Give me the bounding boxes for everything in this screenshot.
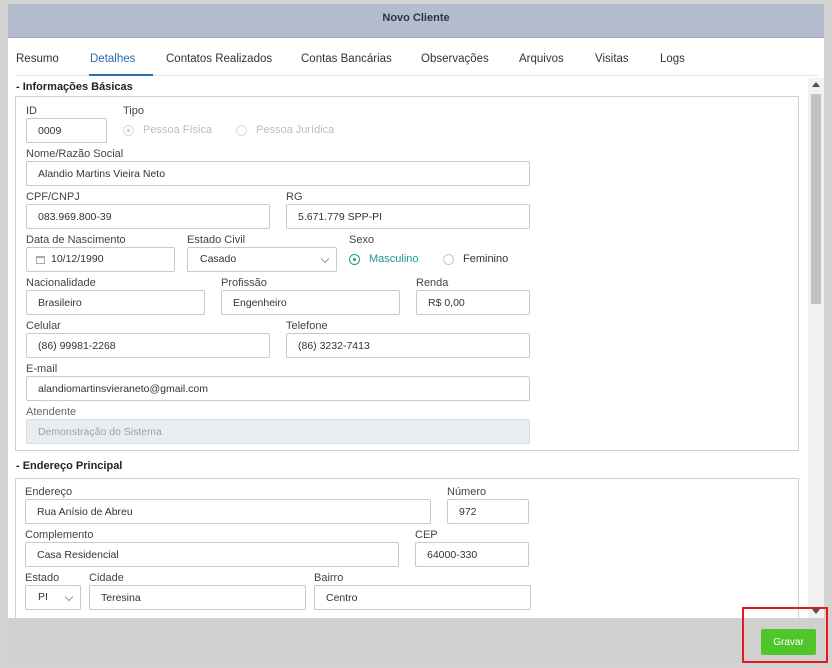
dialog-body: Resumo Detalhes Contatos Realizados Cont… <box>8 38 824 618</box>
radio-dot <box>349 253 360 265</box>
tab-contas-bancarias[interactable]: Contas Bancárias <box>301 53 392 65</box>
estado-civil-select[interactable]: Casado <box>187 247 337 272</box>
id-field[interactable] <box>26 118 107 143</box>
rg-field[interactable] <box>286 204 530 229</box>
radio-pessoa-fisica-label: Pessoa Física <box>143 124 213 136</box>
chevron-down-icon <box>320 254 330 264</box>
radio-feminino[interactable]: Feminino <box>443 253 508 265</box>
vertical-scrollbar[interactable] <box>808 78 824 618</box>
numero-label: Número <box>447 486 487 498</box>
nome-field[interactable] <box>26 161 530 186</box>
radio-pessoa-fisica[interactable]: Pessoa Física <box>123 124 212 136</box>
tab-observacoes[interactable]: Observações <box>421 53 489 65</box>
estado-civil-value: Casado <box>200 253 237 265</box>
sexo-label: Sexo <box>349 234 375 246</box>
numero-field[interactable] <box>447 499 529 524</box>
celular-label: Celular <box>26 320 61 332</box>
profissao-field[interactable] <box>221 290 400 315</box>
tipo-label: Tipo <box>123 105 144 117</box>
radio-dot <box>123 124 134 136</box>
nascimento-label: Data de Nascimento <box>26 234 126 246</box>
radio-pessoa-juridica[interactable]: Pessoa Jurídica <box>236 124 334 136</box>
nome-label: Nome/Razão Social <box>26 148 124 160</box>
chevron-down-icon <box>64 592 74 602</box>
nascimento-value: 10/12/1990 <box>51 253 104 265</box>
radio-dot <box>443 253 454 265</box>
estado-civil-label: Estado Civil <box>187 234 246 246</box>
tab-logs[interactable]: Logs <box>660 53 685 65</box>
bairro-label: Bairro <box>314 572 344 584</box>
section-title-address: - Endereço Principal <box>16 460 123 472</box>
tab-resumo[interactable]: Resumo <box>16 53 59 65</box>
radio-masculino-label: Masculino <box>369 253 419 265</box>
radio-masculino[interactable]: Masculino <box>349 253 419 265</box>
estado-value: PI <box>38 591 48 603</box>
tab-contatos-realizados[interactable]: Contatos Realizados <box>166 53 272 65</box>
cep-field[interactable] <box>415 542 529 567</box>
cidade-field[interactable] <box>89 585 306 610</box>
section-title-basic-info: - Informações Básicas <box>16 81 133 93</box>
scrollbar-thumb[interactable] <box>811 94 821 304</box>
rg-label: RG <box>286 191 303 203</box>
radio-pessoa-juridica-label: Pessoa Jurídica <box>256 124 335 136</box>
id-label: ID <box>26 105 37 117</box>
highlight-box <box>742 607 828 663</box>
complemento-field[interactable] <box>25 542 399 567</box>
bairro-field[interactable] <box>314 585 531 610</box>
nascimento-date-field[interactable]: 10/12/1990 <box>26 247 175 272</box>
radio-dot <box>236 124 247 136</box>
estado-label: Estado <box>25 572 60 584</box>
atendente-field <box>26 419 530 444</box>
email-label: E-mail <box>26 363 58 375</box>
telefone-label: Telefone <box>286 320 328 332</box>
cpf-label: CPF/CNPJ <box>26 191 80 203</box>
active-tab-indicator <box>89 74 153 76</box>
new-client-dialog: Novo Cliente Resumo Detalhes Contatos Re… <box>0 0 832 668</box>
estado-select[interactable]: PI <box>25 585 81 610</box>
dialog-title-bar: Novo Cliente <box>8 4 824 38</box>
calendar-icon <box>36 256 45 264</box>
cep-label: CEP <box>415 529 438 541</box>
nacionalidade-field[interactable] <box>26 290 205 315</box>
renda-field[interactable] <box>416 290 530 315</box>
nacionalidade-label: Nacionalidade <box>26 277 96 289</box>
tab-visitas[interactable]: Visitas <box>595 53 629 65</box>
profissao-label: Profissão <box>221 277 267 289</box>
radio-feminino-label: Feminino <box>463 253 509 265</box>
tab-bar: Resumo Detalhes Contatos Realizados Cont… <box>16 38 818 76</box>
endereco-label: Endereço <box>25 486 73 498</box>
email-field[interactable] <box>26 376 530 401</box>
endereco-field[interactable] <box>25 499 431 524</box>
tab-arquivos[interactable]: Arquivos <box>519 53 564 65</box>
complemento-label: Complemento <box>25 529 94 541</box>
renda-label: Renda <box>416 277 449 289</box>
telefone-field[interactable] <box>286 333 530 358</box>
cidade-label: Cidade <box>89 572 124 584</box>
dialog-title: Novo Cliente <box>382 12 450 24</box>
scroll-up-arrow-icon[interactable] <box>812 82 820 87</box>
dialog-footer <box>8 618 824 663</box>
cpf-field[interactable] <box>26 204 270 229</box>
atendente-label: Atendente <box>26 406 77 418</box>
tab-detalhes[interactable]: Detalhes <box>90 53 135 65</box>
celular-field[interactable] <box>26 333 270 358</box>
